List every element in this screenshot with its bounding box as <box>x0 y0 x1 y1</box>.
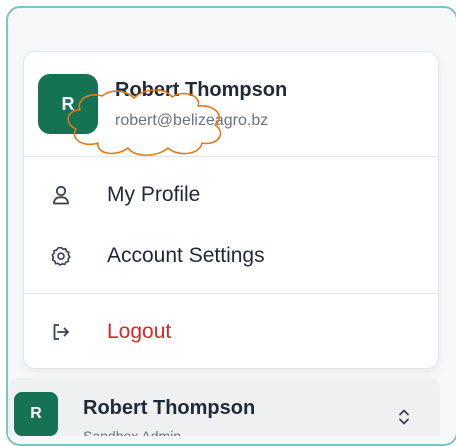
gear-icon <box>51 246 71 266</box>
footer-user-name: Robert Thompson <box>83 397 256 419</box>
chevron-updown-icon <box>397 408 411 426</box>
menu-item-label: Account Settings <box>107 244 265 267</box>
divider <box>24 293 438 294</box>
menu-item-my-profile[interactable]: My Profile <box>24 170 438 220</box>
menu-item-logout[interactable]: Logout <box>24 307 438 357</box>
user-email: robert@belizeagro.bz <box>115 112 269 129</box>
menu-item-label: Logout <box>107 320 172 343</box>
footer-user-role: Sandbox Admin <box>83 428 182 436</box>
avatar: R <box>14 392 58 436</box>
logout-icon <box>51 322 71 342</box>
user-icon <box>51 185 71 205</box>
divider <box>24 156 438 157</box>
avatar: R <box>38 74 98 134</box>
sidebar-user-switcher[interactable]: R Robert Thompson Sandbox Admin <box>8 378 440 436</box>
user-name: Robert Thompson <box>115 79 288 101</box>
menu-item-account-settings[interactable]: Account Settings <box>24 231 438 281</box>
user-dropdown-menu: R Robert Thompson robert@belizeagro.bz M… <box>23 51 439 369</box>
menu-item-label: My Profile <box>107 183 201 206</box>
